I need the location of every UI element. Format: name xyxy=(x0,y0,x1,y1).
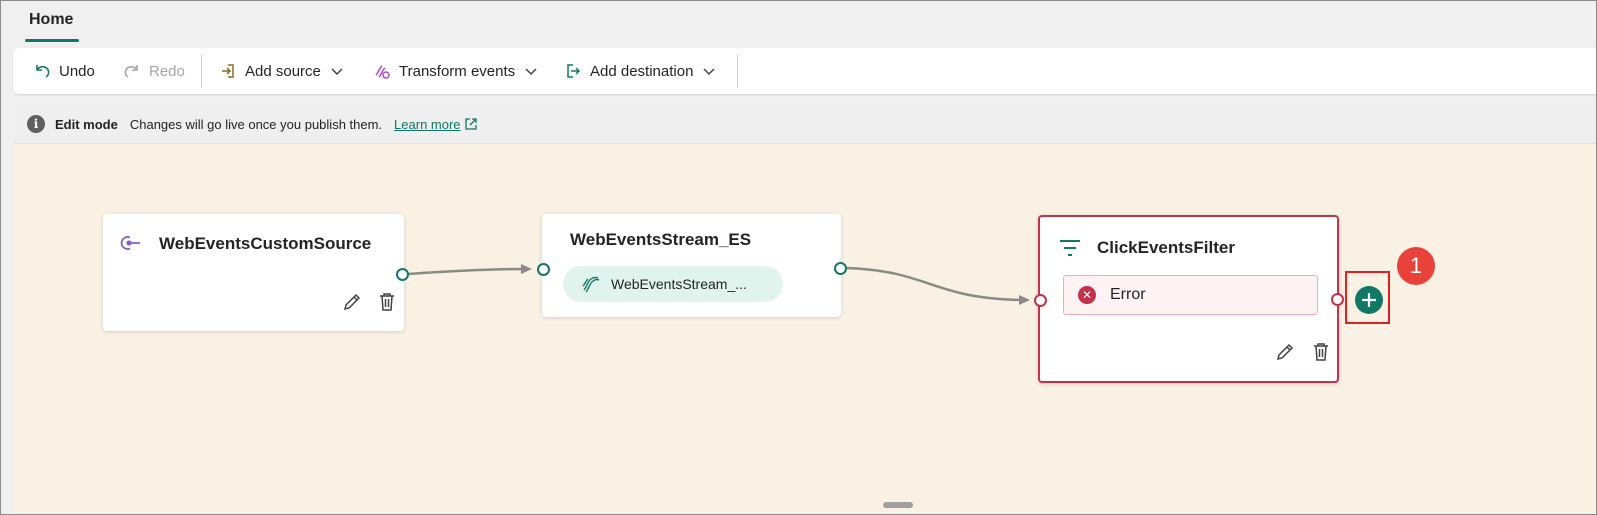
custom-source-icon xyxy=(120,236,140,250)
source-node[interactable]: WebEventsCustomSource xyxy=(103,214,404,331)
filter-output-port[interactable] xyxy=(1331,293,1344,306)
delete-trash-icon[interactable] xyxy=(1310,341,1332,363)
stream-node-title: WebEventsStream_ES xyxy=(570,230,752,249)
filter-icon xyxy=(1060,240,1080,256)
eventstream-icon xyxy=(582,276,600,293)
source-output-port[interactable] xyxy=(396,268,409,281)
error-status-label: Error xyxy=(1110,286,1146,303)
filter-node[interactable]: ClickEventsFilter ✕ Error xyxy=(1038,215,1339,383)
app-window: Home Undo Redo Add source Transform even… xyxy=(0,0,1597,515)
step-callout-badge: 1 xyxy=(1397,247,1435,285)
stream-node[interactable]: WebEventsStream_ES WebEventsStream_... xyxy=(542,214,841,317)
stream-pill-label: WebEventsStream_... xyxy=(611,276,747,292)
error-status[interactable]: ✕ Error xyxy=(1063,275,1318,315)
filter-node-title: ClickEventsFilter xyxy=(1097,238,1235,257)
error-icon: ✕ xyxy=(1078,286,1096,304)
edit-pencil-icon[interactable] xyxy=(341,291,363,313)
add-destination-node-button[interactable] xyxy=(1355,286,1383,314)
filter-input-port[interactable] xyxy=(1034,294,1047,307)
resize-handle[interactable] xyxy=(883,502,913,508)
delete-trash-icon[interactable] xyxy=(376,291,398,313)
plus-icon xyxy=(1362,293,1376,307)
source-node-title: WebEventsCustomSource xyxy=(159,234,372,253)
stream-output-port[interactable] xyxy=(834,262,847,275)
stream-input-port[interactable] xyxy=(537,263,550,276)
stream-pill[interactable]: WebEventsStream_... xyxy=(563,266,783,302)
edit-pencil-icon[interactable] xyxy=(1274,341,1296,363)
